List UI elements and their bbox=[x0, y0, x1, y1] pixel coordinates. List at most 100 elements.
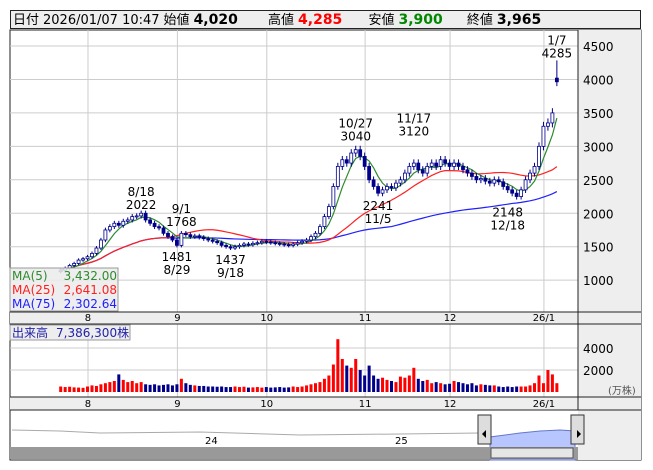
volume-bar bbox=[470, 383, 474, 392]
navigator-right-handle[interactable] bbox=[570, 414, 585, 445]
candle-body bbox=[228, 246, 233, 249]
volume-bar bbox=[255, 387, 259, 392]
volume-bar bbox=[103, 383, 107, 392]
volume-bar bbox=[515, 386, 519, 392]
candle-body bbox=[326, 206, 331, 217]
candle-body bbox=[474, 176, 479, 181]
candle-body bbox=[402, 172, 407, 181]
candle-body bbox=[528, 172, 532, 181]
ma-legend-label: MA(5) bbox=[12, 269, 48, 283]
volume-bar bbox=[157, 385, 161, 392]
price-tick-label: 2000 bbox=[583, 207, 614, 221]
volume-bar bbox=[501, 387, 505, 392]
volume-bar bbox=[506, 386, 510, 392]
volume-bar bbox=[94, 385, 98, 392]
price-tick-label: 3500 bbox=[583, 107, 614, 121]
candle-body bbox=[224, 244, 228, 248]
volume-bar bbox=[260, 387, 264, 392]
volume-bar bbox=[305, 385, 309, 392]
candle-body bbox=[197, 235, 202, 238]
volume-bar bbox=[492, 385, 496, 392]
volume-bar bbox=[148, 384, 152, 392]
volume-bar bbox=[108, 382, 112, 392]
x-tick-label: 11 bbox=[359, 313, 372, 324]
volume-bar bbox=[130, 381, 134, 392]
candle-body bbox=[447, 162, 452, 167]
candle-body bbox=[282, 243, 287, 246]
candle-body bbox=[452, 162, 456, 167]
candle-body bbox=[246, 243, 251, 246]
volume-bar bbox=[278, 387, 282, 392]
navigator-left-handle[interactable] bbox=[477, 414, 492, 445]
candle-body bbox=[112, 222, 117, 228]
volume-bar bbox=[309, 384, 313, 392]
candle-body bbox=[157, 226, 161, 229]
candle-body bbox=[259, 240, 264, 244]
candle-body bbox=[300, 240, 304, 244]
candle-body bbox=[461, 166, 465, 171]
candle-body bbox=[322, 216, 327, 228]
candle-body bbox=[394, 182, 398, 189]
volume-bar bbox=[550, 374, 554, 392]
annotation-value: 4285 bbox=[542, 46, 573, 60]
candle-body bbox=[72, 263, 77, 266]
volume-bar bbox=[282, 387, 286, 392]
navigator-label: 24 bbox=[205, 436, 218, 447]
candle-body bbox=[90, 252, 94, 258]
volume-bar bbox=[139, 382, 143, 392]
candle-body bbox=[398, 179, 403, 184]
volume-bar bbox=[345, 365, 349, 392]
candle-body bbox=[318, 226, 322, 234]
candle-body bbox=[385, 186, 389, 191]
candle-body bbox=[237, 244, 242, 248]
volume-bar bbox=[81, 387, 85, 392]
volume-bar bbox=[474, 385, 478, 392]
candle-body bbox=[550, 112, 555, 124]
ma-legend-value: 2,641.08 bbox=[64, 283, 117, 297]
candle-body bbox=[519, 189, 524, 197]
ma-legend-value: 2,302.64 bbox=[64, 297, 117, 311]
candle-body bbox=[434, 162, 439, 167]
candle-body bbox=[514, 192, 519, 197]
volume-bar bbox=[287, 387, 291, 392]
volume-bar bbox=[224, 387, 228, 392]
candle-body bbox=[206, 238, 211, 241]
candle-body bbox=[148, 219, 153, 224]
volume-bar bbox=[510, 387, 514, 392]
candle-body bbox=[483, 178, 488, 182]
candle-body bbox=[487, 180, 492, 184]
volume-bar bbox=[242, 386, 246, 392]
volume-bar bbox=[430, 383, 434, 392]
x-tick-label: 26/1 bbox=[533, 313, 555, 324]
candle-body bbox=[456, 162, 461, 167]
candle-body bbox=[429, 162, 434, 167]
candle-body bbox=[353, 149, 358, 154]
candle-body bbox=[166, 232, 170, 238]
candle-body bbox=[219, 242, 224, 246]
volume-bar bbox=[135, 383, 139, 392]
candle-body bbox=[349, 152, 354, 164]
volume-bar bbox=[90, 385, 94, 392]
navigator-scroll-thumb[interactable] bbox=[490, 447, 574, 459]
volume-bar bbox=[443, 384, 447, 392]
volume-bar bbox=[394, 382, 398, 392]
volume-bar bbox=[170, 385, 174, 392]
volume-bar bbox=[215, 386, 219, 392]
candle-body bbox=[179, 232, 184, 246]
volume-value: 7,386,300株 bbox=[56, 325, 129, 340]
price-tick-label: 4000 bbox=[583, 73, 614, 87]
volume-bar bbox=[273, 387, 277, 392]
candle-body bbox=[94, 247, 99, 254]
candle-body bbox=[201, 236, 206, 240]
x-tick-label: 11 bbox=[359, 399, 372, 410]
volume-bar bbox=[465, 384, 469, 392]
candle-body bbox=[125, 219, 130, 222]
candle-body bbox=[420, 169, 425, 174]
candle-body bbox=[465, 169, 470, 174]
candle-body bbox=[295, 242, 300, 245]
candle-body bbox=[268, 241, 273, 244]
candle-body bbox=[121, 220, 126, 226]
volume-bar bbox=[457, 382, 461, 392]
candle-body bbox=[152, 222, 157, 228]
candle-body bbox=[331, 186, 336, 207]
